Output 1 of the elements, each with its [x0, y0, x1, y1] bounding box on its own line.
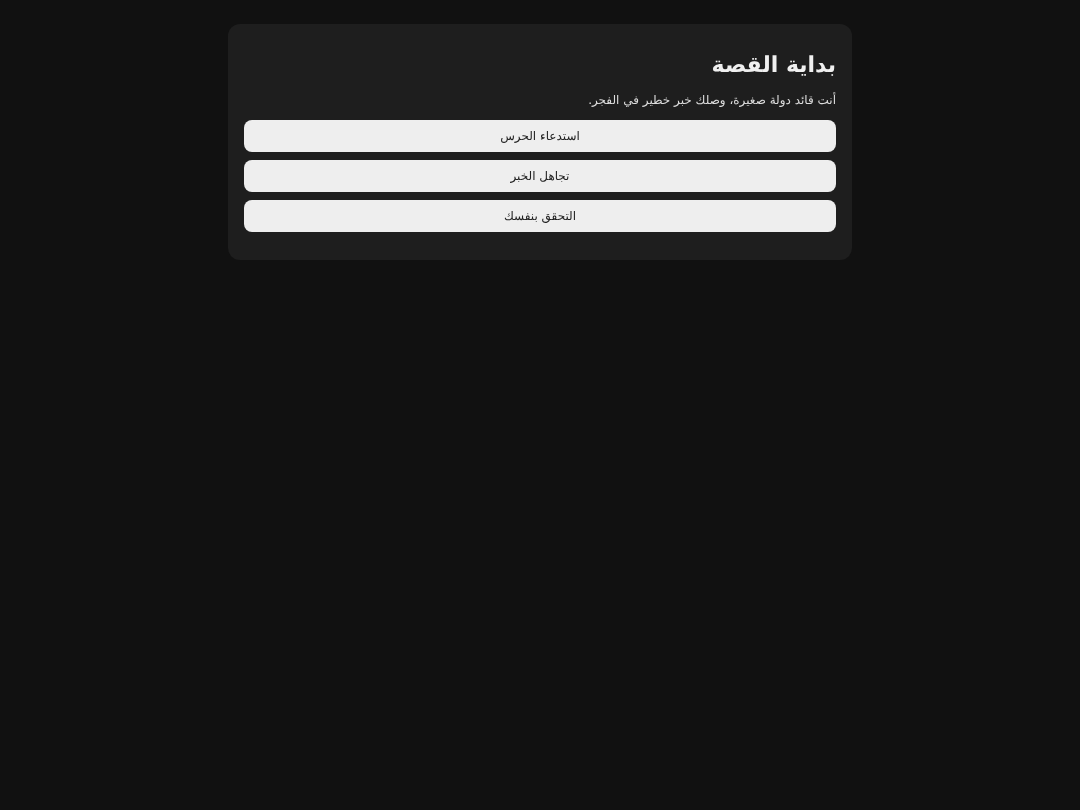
- story-title: بداية القصة: [709, 52, 836, 78]
